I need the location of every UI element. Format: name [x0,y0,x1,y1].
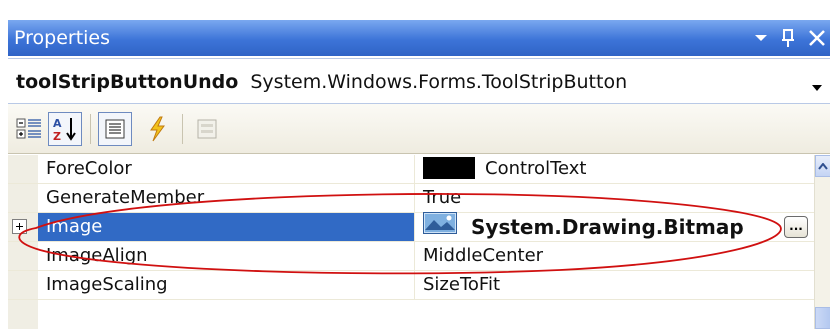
toolbar-separator [182,114,183,144]
property-value[interactable]: System.Drawing.Bitmap ... [415,212,814,241]
property-pages-icon[interactable] [190,112,224,146]
window-title: Properties [14,27,111,49]
object-type: System.Windows.Forms.ToolStripButton [250,71,628,93]
vertical-scrollbar[interactable] [814,155,830,329]
object-selector-text: toolStripButtonUndo System.Windows.Forms… [16,59,627,105]
property-value-text: System.Drawing.Bitmap [471,215,744,239]
pin-icon[interactable] [780,28,796,48]
property-name: GenerateMember [46,187,205,208]
chevron-down-icon[interactable] [812,77,822,96]
title-bar: Properties [8,20,830,56]
property-name: ImageAlign [46,245,148,266]
events-icon[interactable] [140,112,174,146]
svg-text:A: A [53,117,62,130]
title-controls [754,20,826,56]
property-grid: ForeColor ControlText GenerateMember Tru… [8,155,830,329]
alphabetical-icon[interactable]: A Z [48,112,82,146]
ellipsis-button[interactable]: ... [784,216,808,238]
property-value[interactable]: True [415,184,814,212]
property-name: ForeColor [46,158,132,179]
properties-toolbar: A Z [8,104,830,154]
dropdown-icon[interactable] [754,33,768,43]
property-row-forecolor[interactable]: ForeColor ControlText [8,155,814,184]
property-row-generatemember[interactable]: GenerateMember True [8,184,814,213]
property-name: ImageScaling [46,274,168,295]
toolbar-separator [90,114,91,144]
categorized-icon[interactable] [12,112,46,146]
object-name: toolStripButtonUndo [16,71,239,93]
close-icon[interactable] [808,29,826,47]
expand-plus-icon[interactable] [12,219,27,234]
scroll-up-icon[interactable] [815,155,830,177]
property-row-image[interactable]: Image System.Drawing.Bitmap ... [8,212,814,242]
property-value-text: ControlText [485,158,587,179]
property-value[interactable]: SizeToFit [415,271,814,299]
property-name: Image [38,213,414,241]
property-value[interactable]: ControlText [415,155,814,183]
properties-icon[interactable] [98,112,132,146]
object-selector[interactable]: toolStripButtonUndo System.Windows.Forms… [8,58,830,104]
property-value[interactable]: MiddleCenter [415,242,814,270]
properties-window: Properties toolStripButtonUndo System.Wi… [0,0,830,329]
svg-text:Z: Z [53,130,61,142]
color-swatch [423,156,475,179]
property-row-imagealign[interactable]: ImageAlign MiddleCenter [8,242,814,271]
property-row-imagescaling[interactable]: ImageScaling SizeToFit [8,271,814,300]
bitmap-icon [423,212,457,241]
scroll-thumb[interactable] [815,307,830,329]
